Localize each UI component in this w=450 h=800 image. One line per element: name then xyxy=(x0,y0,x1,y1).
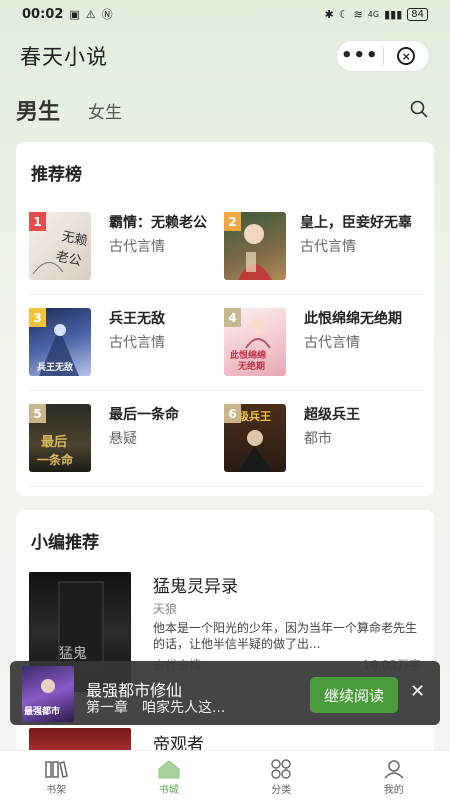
svg-text:无赖: 无赖 xyxy=(60,229,89,249)
rank-item-6[interactable]: 级兵王 6 超级兵王 都市 xyxy=(224,404,424,476)
row-divider xyxy=(28,390,422,391)
book-genre: 古代言情 xyxy=(300,239,356,255)
app-title: 春天小说 xyxy=(20,45,108,69)
search-icon xyxy=(410,100,428,118)
rank-badge: 5 xyxy=(29,404,46,423)
svg-text:无绝期: 无绝期 xyxy=(237,360,265,372)
nav-category-label: 分类 xyxy=(271,785,292,796)
nav-shelf[interactable]: 书架 xyxy=(0,751,113,800)
tab-male[interactable]: 男生 xyxy=(16,94,60,126)
user-icon xyxy=(384,760,404,779)
row-divider xyxy=(28,486,422,487)
book-genre: 古代言情 xyxy=(109,239,165,255)
rank-item-3[interactable]: 兵王无敌 3 兵王无敌 古代言情 xyxy=(29,308,229,380)
alert-icon: ⚠ xyxy=(85,7,96,21)
nfc-icon: Ⓝ xyxy=(101,8,113,21)
book-genre: 古代言情 xyxy=(304,335,360,351)
status-bar: 00:02 ▣ ⚠ Ⓝ ✱ ☾ ≋ 4G ▮▮▮ 84 xyxy=(0,0,450,28)
continue-reading-button[interactable]: 继续阅读 xyxy=(310,677,398,713)
network-label: 4G xyxy=(367,9,380,19)
ranking-title: 推荐榜 xyxy=(31,165,82,185)
wifi-icon: ≋ xyxy=(353,7,363,21)
title-bar: 春天小说 ••• × xyxy=(0,36,450,76)
bluetooth-icon: ✱ xyxy=(324,7,334,21)
nav-category[interactable]: 分类 xyxy=(225,751,338,800)
moon-icon: ☾ xyxy=(338,7,349,21)
category-icon xyxy=(271,759,291,779)
book-cover: 最强都市 xyxy=(22,666,74,722)
more-button[interactable]: ••• xyxy=(337,41,383,71)
nav-store[interactable]: 书城 xyxy=(113,751,226,800)
close-circle-icon: × xyxy=(397,47,416,65)
continue-chapter: 第一章 咱家先人这... xyxy=(86,700,226,716)
book-genre: 都市 xyxy=(304,431,332,447)
book-title: 霸情：无赖老公 xyxy=(109,215,207,231)
book-description: 他本是一个阳光的少年，因为当年一个算命老先生的话，让他半信半疑的做了出... xyxy=(153,621,418,651)
book-genre: 古代言情 xyxy=(109,335,165,351)
signal-icon: ▮▮▮ xyxy=(384,7,403,21)
tab-female[interactable]: 女生 xyxy=(88,98,122,123)
notification-icon: ▣ xyxy=(69,7,80,21)
picks-title: 小编推荐 xyxy=(31,533,99,553)
mini-program-capsule: ••• × xyxy=(336,40,430,72)
rank-badge: 3 xyxy=(29,308,46,327)
rank-item-5[interactable]: 最后 一条命 5 最后一条命 悬疑 xyxy=(29,404,229,476)
book-genre: 悬疑 xyxy=(109,431,137,447)
book-title: 兵王无敌 xyxy=(109,311,165,327)
book-title: 超级兵王 xyxy=(304,407,360,423)
nav-store-label: 书城 xyxy=(158,785,179,796)
close-mini-program-button[interactable]: × xyxy=(384,41,430,71)
battery-indicator: 84 xyxy=(407,7,428,21)
svg-text:级兵王: 级兵王 xyxy=(237,409,271,423)
bottom-nav: 书架 书城 分类 我的 xyxy=(0,750,450,800)
search-button[interactable] xyxy=(410,100,428,122)
nav-mine-label: 我的 xyxy=(383,785,404,796)
rank-badge: 6 xyxy=(224,404,241,423)
book-title: 皇上，臣妾好无辜 xyxy=(300,215,412,231)
gender-tabs: 男生 女生 xyxy=(0,90,450,130)
svg-text:猛鬼: 猛鬼 xyxy=(59,646,87,662)
more-dots-icon: ••• xyxy=(340,45,379,66)
nav-mine[interactable]: 我的 xyxy=(338,751,450,800)
svg-text:此恨绵绵: 此恨绵绵 xyxy=(230,349,266,361)
book-author: 天狼 xyxy=(153,602,178,616)
rank-item-4[interactable]: 此恨绵绵 无绝期 4 此恨绵绵无绝期 古代言情 xyxy=(224,308,424,380)
svg-text:最后: 最后 xyxy=(41,434,67,450)
rank-badge: 2 xyxy=(224,212,241,231)
row-divider xyxy=(28,294,422,295)
svg-text:兵王无敌: 兵王无敌 xyxy=(37,361,73,373)
book-title: 此恨绵绵无绝期 xyxy=(304,311,402,327)
ranking-card: 推荐榜 无赖 老公 1 霸情：无赖老公 古代言情 2 皇上，臣妾好无辜 古代言情… xyxy=(16,142,434,496)
book-title: 最后一条命 xyxy=(109,407,179,423)
rank-badge: 4 xyxy=(224,308,241,327)
svg-text:最强都市: 最强都市 xyxy=(24,705,60,717)
rank-item-2[interactable]: 2 皇上，臣妾好无辜 古代言情 xyxy=(224,212,424,284)
status-time: 00:02 xyxy=(22,6,64,22)
close-icon[interactable]: ✕ xyxy=(410,683,425,701)
book-title: 猛鬼灵异录 xyxy=(153,577,238,597)
home-icon xyxy=(158,760,180,779)
rank-badge: 1 xyxy=(29,212,46,231)
rank-item-1[interactable]: 无赖 老公 1 霸情：无赖老公 古代言情 xyxy=(29,212,229,284)
nav-shelf-label: 书架 xyxy=(46,785,67,796)
svg-text:一条命: 一条命 xyxy=(37,452,74,467)
continue-reading-bar[interactable]: 最强都市 最强都市修仙 第一章 咱家先人这... 继续阅读 ✕ xyxy=(10,661,440,725)
bookshelf-icon xyxy=(45,761,69,778)
